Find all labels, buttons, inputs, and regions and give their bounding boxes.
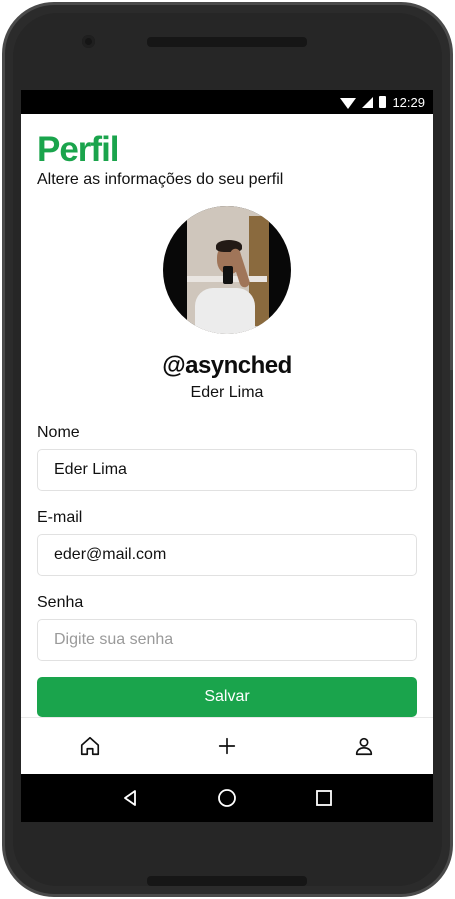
signal-icon — [362, 96, 374, 108]
android-navigation-bar — [21, 774, 433, 822]
nav-home[interactable] — [70, 726, 110, 766]
avatar[interactable] — [163, 206, 291, 334]
password-input[interactable] — [37, 619, 417, 661]
battery-icon — [379, 96, 387, 108]
front-camera — [82, 35, 95, 48]
nav-add[interactable] — [207, 726, 247, 766]
back-icon — [123, 790, 136, 806]
profile-name: Eder Lima — [190, 384, 264, 401]
page-title: Perfil — [37, 130, 120, 169]
android-back-button[interactable] — [115, 783, 145, 813]
profile-content: Perfil Altere as informações do seu perf… — [21, 114, 433, 717]
email-label: E-mail — [37, 509, 83, 526]
profile-username: @asynched — [162, 352, 292, 379]
nav-profile[interactable] — [344, 726, 384, 766]
status-time: 12:29 — [392, 94, 425, 110]
avatar-container — [37, 206, 417, 334]
android-recents-button[interactable] — [309, 783, 339, 813]
wifi-icon — [340, 97, 357, 109]
name-label: Nome — [37, 424, 80, 441]
android-home-button[interactable] — [212, 783, 242, 813]
email-input[interactable] — [37, 534, 417, 576]
side-button — [450, 370, 453, 480]
save-button[interactable]: Salvar — [37, 677, 417, 717]
bottom-speaker — [147, 876, 307, 886]
top-speaker — [147, 37, 307, 47]
side-button — [450, 230, 453, 290]
user-icon — [356, 737, 373, 756]
status-bar: 12:29 — [21, 90, 433, 114]
home-circle-icon — [218, 789, 236, 807]
recents-icon — [316, 790, 333, 806]
plus-icon — [218, 737, 236, 755]
page-subtitle: Altere as informações do seu perfil — [37, 171, 284, 188]
name-input[interactable] — [37, 449, 417, 491]
home-icon — [80, 736, 99, 756]
password-label: Senha — [37, 594, 84, 611]
phone-screen: 12:29 Perfil Altere as informações do se… — [21, 90, 433, 822]
bottom-navigation — [21, 717, 433, 774]
